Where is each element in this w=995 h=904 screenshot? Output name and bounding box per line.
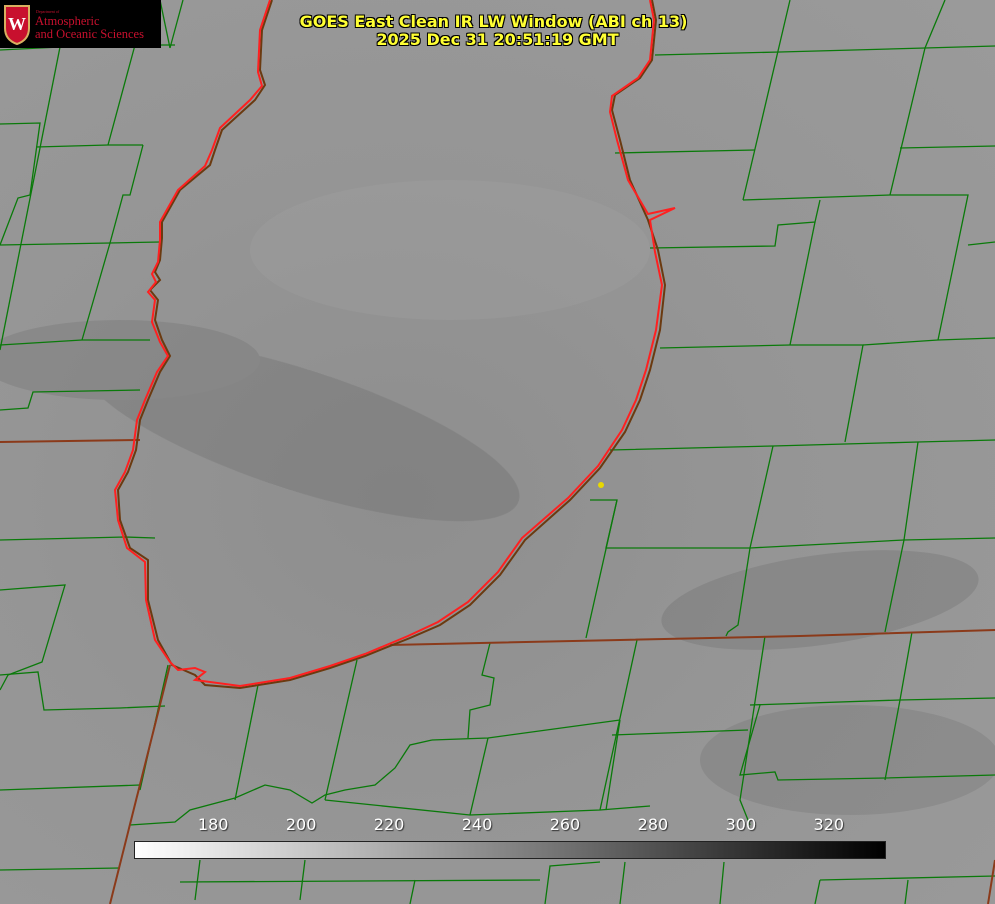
logo-line-1: Atmospheric — [35, 14, 100, 28]
uw-crest-icon: W — [4, 5, 30, 46]
colorbar-tick-320: 320 — [813, 815, 845, 834]
cloud-shading — [0, 180, 995, 815]
colorbar-tick-240: 240 — [461, 815, 493, 834]
colorbar-tick-200: 200 — [285, 815, 317, 834]
colorbar-tick-300: 300 — [725, 815, 757, 834]
aos-logo: W Department of Atmospheric and Oceanic … — [0, 0, 161, 48]
colorbar — [134, 841, 886, 859]
logo-line-2: and Oceanic Sciences — [35, 27, 144, 41]
colorbar-tick-280: 280 — [637, 815, 669, 834]
colorbar-tick-220: 220 — [373, 815, 405, 834]
colorbar-tick-260: 260 — [549, 815, 581, 834]
map-overlay — [0, 0, 995, 904]
location-marker — [598, 482, 604, 488]
colorbar-tick-180: 180 — [197, 815, 229, 834]
satellite-image: GOES East Clean IR LW Window (ABI ch 13)… — [0, 0, 995, 904]
svg-text:W: W — [8, 14, 26, 34]
